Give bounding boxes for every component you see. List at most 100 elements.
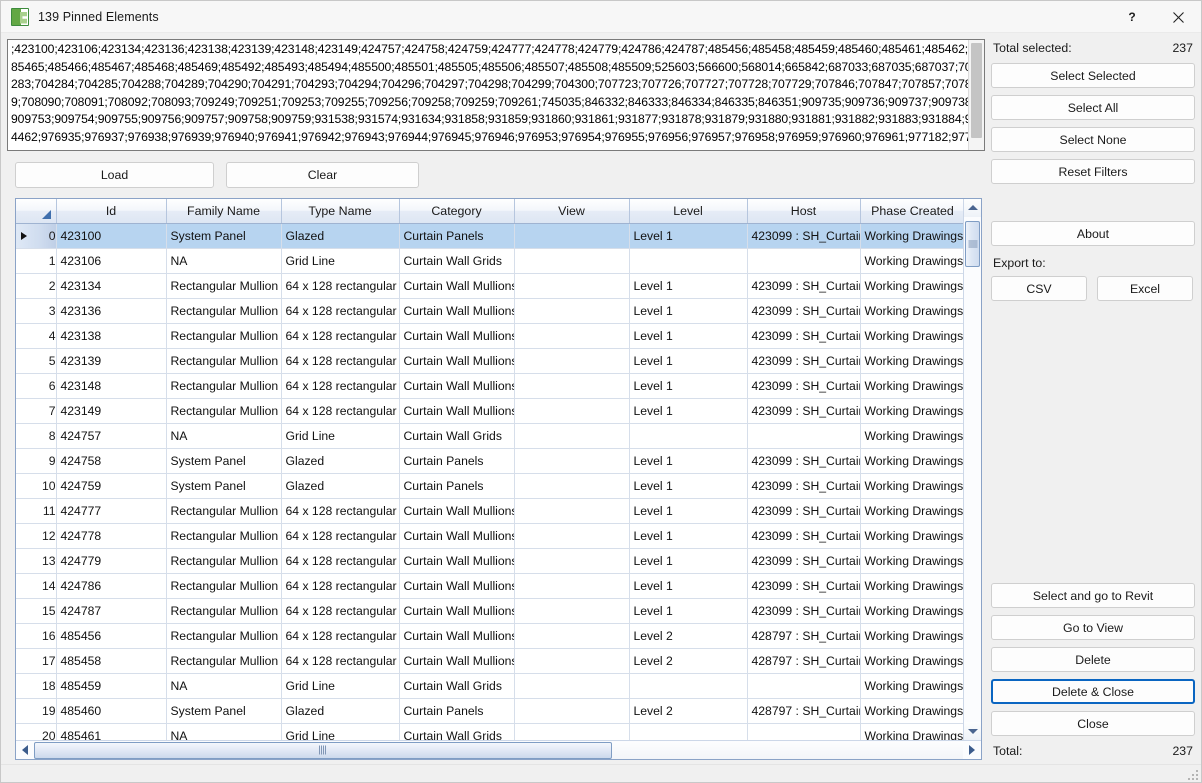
column-header-phase-created[interactable]: Phase Created	[860, 198, 963, 225]
cell-view[interactable]	[514, 598, 630, 625]
resize-grip-icon[interactable]	[1187, 769, 1199, 781]
cell-id[interactable]: 485460	[56, 698, 167, 725]
row-header[interactable]: 14	[16, 573, 57, 600]
cell-category[interactable]: Curtain Panels	[399, 448, 515, 475]
cell-view[interactable]	[514, 523, 630, 550]
cell-category[interactable]: Curtain Wall Grids	[399, 723, 515, 740]
cell-type-name[interactable]: 64 x 128 rectangular	[281, 573, 400, 600]
cell-view[interactable]	[514, 573, 630, 600]
cell-family-name[interactable]: Rectangular Mullion	[166, 523, 282, 550]
cell-type-name[interactable]: 64 x 128 rectangular	[281, 398, 400, 425]
cell-phase-created[interactable]: Working Drawings	[860, 273, 963, 300]
cell-view[interactable]	[514, 323, 630, 350]
cell-phase-created[interactable]: Working Drawings	[860, 423, 963, 450]
select-all-button[interactable]: Select All	[991, 95, 1195, 120]
cell-category[interactable]: Curtain Wall Mullions	[399, 298, 515, 325]
table-row[interactable]: 20 485461 NA Grid Line Curtain Wall Grids Wor…	[16, 723, 963, 740]
row-header[interactable]: 9	[16, 448, 57, 475]
table-row[interactable]: 5 423139 Rectangular Mullion 64 x 128 recta…	[16, 348, 963, 375]
cell-type-name[interactable]: 64 x 128 rectangular	[281, 373, 400, 400]
cell-id[interactable]: 424779	[56, 548, 167, 575]
cell-category[interactable]: Curtain Wall Mullions	[399, 498, 515, 525]
scroll-down-button[interactable]	[964, 722, 981, 740]
cell-family-name[interactable]: Rectangular Mullion	[166, 548, 282, 575]
cell-host[interactable]	[747, 723, 861, 740]
row-header[interactable]: 8	[16, 423, 57, 450]
cell-id[interactable]: 424786	[56, 573, 167, 600]
cell-type-name[interactable]: 64 x 128 rectangular	[281, 323, 400, 350]
table-row[interactable]: 13 424779 Rectangular Mullion 64 x 128 rect…	[16, 548, 963, 575]
cell-view[interactable]	[514, 548, 630, 575]
row-header[interactable]: 20	[16, 723, 57, 740]
cell-level[interactable]	[629, 423, 748, 450]
cell-view[interactable]	[514, 248, 630, 275]
cell-family-name[interactable]: Rectangular Mullion	[166, 373, 282, 400]
about-button[interactable]: About	[991, 221, 1195, 246]
cell-category[interactable]: Curtain Wall Mullions	[399, 548, 515, 575]
row-header[interactable]: 7	[16, 398, 57, 425]
row-header[interactable]: 6	[16, 373, 57, 400]
cell-view[interactable]	[514, 473, 630, 500]
element-ids-textarea[interactable]: ;423100;423106;423134;423136;423138;4231…	[7, 39, 985, 152]
cell-host[interactable]: 423099 : SH_Curtain ...	[747, 448, 861, 475]
cell-family-name[interactable]: Rectangular Mullion	[166, 598, 282, 625]
export-csv-button[interactable]: CSV	[991, 276, 1087, 301]
cell-view[interactable]	[514, 698, 630, 725]
cell-category[interactable]: Curtain Wall Mullions	[399, 398, 515, 425]
cell-type-name[interactable]: 64 x 128 rectangular	[281, 348, 400, 375]
cell-category[interactable]: Curtain Panels	[399, 223, 515, 250]
cell-family-name[interactable]: System Panel	[166, 448, 282, 475]
cell-phase-created[interactable]: Working Drawings	[860, 473, 963, 500]
cell-family-name[interactable]: NA	[166, 723, 282, 740]
table-row[interactable]: 10 424759 System Panel Glazed Curtain Panels…	[16, 473, 963, 500]
help-button[interactable]: ?	[1109, 1, 1155, 33]
cell-type-name[interactable]: Grid Line	[281, 673, 400, 700]
element-ids-scroll-thumb[interactable]	[971, 43, 982, 138]
cell-view[interactable]	[514, 673, 630, 700]
row-header[interactable]: 1	[16, 248, 57, 275]
export-excel-button[interactable]: Excel	[1097, 276, 1193, 301]
row-header[interactable]: 19	[16, 698, 57, 725]
cell-type-name[interactable]: 64 x 128 rectangular	[281, 548, 400, 575]
cell-level[interactable]	[629, 673, 748, 700]
cell-id[interactable]: 424777	[56, 498, 167, 525]
select-selected-button[interactable]: Select Selected	[991, 63, 1195, 88]
table-row[interactable]: 17 485458 Rectangular Mullion 64 x 128 rect…	[16, 648, 963, 675]
cell-category[interactable]: Curtain Wall Grids	[399, 248, 515, 275]
cell-level[interactable]	[629, 248, 748, 275]
cell-view[interactable]	[514, 298, 630, 325]
cell-id[interactable]: 423136	[56, 298, 167, 325]
row-header[interactable]: 15	[16, 598, 57, 625]
cell-category[interactable]: Curtain Panels	[399, 698, 515, 725]
cell-level[interactable]: Level 2	[629, 648, 748, 675]
column-header-view[interactable]: View	[514, 198, 630, 225]
scroll-left-button[interactable]	[16, 742, 34, 759]
close-button[interactable]: Close	[991, 711, 1195, 736]
table-row[interactable]: 9 424758 System Panel Glazed Curtain Panels L…	[16, 448, 963, 475]
cell-type-name[interactable]: 64 x 128 rectangular	[281, 623, 400, 650]
table-row[interactable]: 2 423134 Rectangular Mullion 64 x 128 recta…	[16, 273, 963, 300]
cell-phase-created[interactable]: Working Drawings	[860, 623, 963, 650]
row-header[interactable]: 13	[16, 548, 57, 575]
cell-host[interactable]: 423099 : SH_Curtain ...	[747, 473, 861, 500]
cell-view[interactable]	[514, 623, 630, 650]
cell-host[interactable]: 423099 : SH_Curtain ...	[747, 523, 861, 550]
row-header[interactable]: 12	[16, 523, 57, 550]
cell-category[interactable]: Curtain Wall Mullions	[399, 523, 515, 550]
cell-id[interactable]: 423100	[56, 223, 167, 250]
cell-family-name[interactable]: System Panel	[166, 698, 282, 725]
cell-level[interactable]: Level 1	[629, 573, 748, 600]
scroll-right-button[interactable]	[963, 742, 981, 759]
row-header[interactable]: 16	[16, 623, 57, 650]
cell-category[interactable]: Curtain Wall Mullions	[399, 348, 515, 375]
cell-phase-created[interactable]: Working Drawings	[860, 248, 963, 275]
cell-family-name[interactable]: Rectangular Mullion	[166, 273, 282, 300]
cell-type-name[interactable]: 64 x 128 rectangular	[281, 648, 400, 675]
cell-host[interactable]: 428797 : SH_Curtain ...	[747, 648, 861, 675]
cell-host[interactable]	[747, 673, 861, 700]
column-header-id[interactable]: Id	[56, 198, 167, 225]
cell-phase-created[interactable]: Working Drawings	[860, 723, 963, 740]
row-header[interactable]: 5	[16, 348, 57, 375]
cell-level[interactable]: Level 1	[629, 223, 748, 250]
grid-hscroll-thumb[interactable]	[34, 741, 612, 759]
